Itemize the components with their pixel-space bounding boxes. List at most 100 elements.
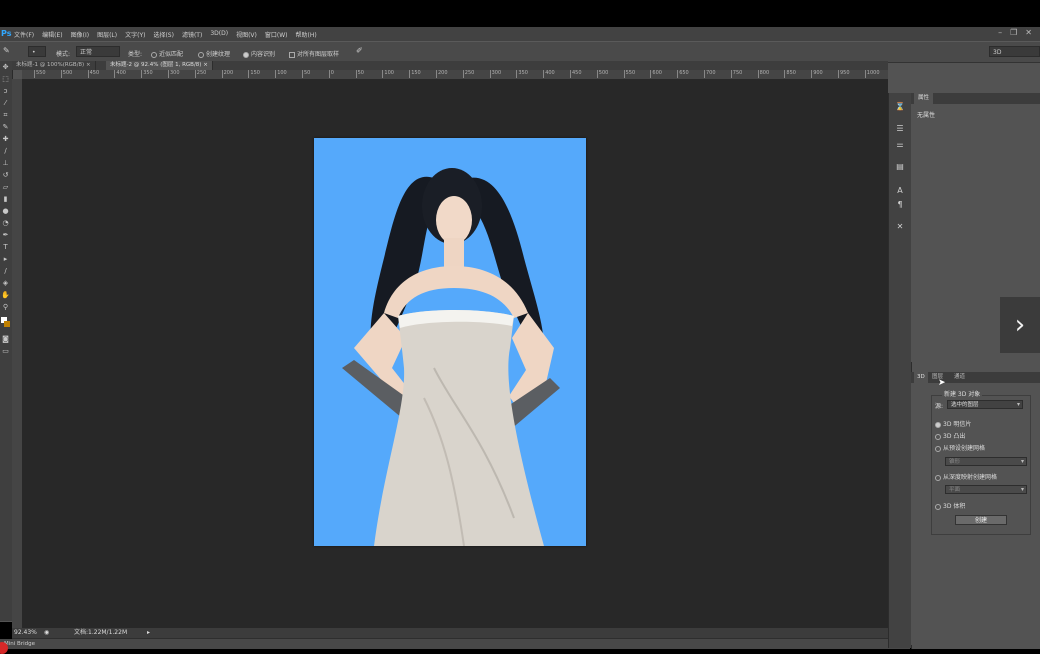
option-3d-postcard[interactable]: 3D 明信片 (935, 419, 971, 428)
ps-logo: Ps (1, 29, 12, 38)
source-select[interactable]: 选中的图层 (947, 400, 1023, 409)
pen-tool-icon[interactable]: ✒ (1, 231, 10, 240)
adjustments-panel-icon[interactable]: ☰ (894, 123, 906, 135)
menu-view[interactable]: 视图(V) (236, 30, 257, 39)
3d-panel-header: 3D 图层 通道 (911, 372, 1040, 383)
document-tabs: 未标题-1 @ 100%(RGB/8) × 未标题-2 @ 92.4% (图层 … (12, 61, 888, 70)
ruler-tick: 250 (194, 70, 207, 78)
menu-help[interactable]: 帮助(H) (296, 30, 317, 39)
crop-tool-icon[interactable]: ⌗ (1, 111, 10, 120)
preset-select[interactable]: 锥形 (945, 457, 1027, 466)
status-menu-arrow-icon[interactable]: ▸ (147, 628, 150, 638)
lasso-tool-icon[interactable]: ↄ (1, 87, 10, 96)
ruler-tick: 200 (221, 70, 234, 78)
quick-mask-icon[interactable]: ◙ (1, 335, 10, 344)
option-mesh-from-preset[interactable]: 从预设创建网格 (935, 443, 985, 452)
healing-tool-icon[interactable]: ✚ (1, 135, 10, 144)
mode-select[interactable]: 正常 (76, 46, 120, 57)
ruler-tick: 150 (409, 70, 421, 78)
ruler-tick: 250 (462, 70, 475, 78)
sample-all-layers-checkbox[interactable]: 对所有图层取样 (289, 49, 339, 58)
option-mesh-from-depth-map[interactable]: 从深度映射创建网格 (935, 472, 997, 481)
shape-tool-icon[interactable]: / (1, 267, 10, 276)
zoom-tool-icon[interactable]: ⚲ (1, 303, 10, 312)
restore-button[interactable]: ❐ (1010, 28, 1017, 37)
spot-healing-brush-icon[interactable]: ✎ (3, 46, 10, 55)
eraser-tool-icon[interactable]: ▱ (1, 183, 10, 192)
document-size: 文档:1.22M/1.22M (74, 629, 128, 636)
minibridge-panel-tab[interactable]: Mini Bridge (0, 639, 910, 649)
ruler-tick: 600 (650, 70, 662, 78)
source-label: 源: (935, 403, 944, 410)
options-bar: ✎ • 模式: 正常 类型: 近似匹配 创建纹理 内容识别 对所有图层取样 ✐ … (0, 41, 1040, 63)
blur-tool-icon[interactable]: ● (1, 207, 10, 216)
type-proximity-radio[interactable]: 近似匹配 (151, 49, 183, 58)
ruler-tick: 100 (275, 70, 287, 78)
quick-select-tool-icon[interactable]: ⁄ (1, 99, 10, 108)
pressure-icon[interactable]: ✐ (356, 46, 363, 55)
new-3d-object-title: 新建 3D 对象 (942, 389, 983, 398)
create-button[interactable]: 创建 (955, 515, 1007, 525)
menu-edit[interactable]: 编辑(E) (42, 30, 62, 39)
tool-presets-panel-icon[interactable]: ✕ (894, 221, 906, 233)
menu-image[interactable]: 图像(I) (71, 30, 89, 39)
brush-tool-icon[interactable]: ∕ (1, 147, 10, 156)
mouse-cursor-icon: ➤ (938, 378, 946, 388)
ruler-tick: 350 (141, 70, 153, 78)
close-button[interactable]: ✕ (1025, 28, 1032, 37)
history-panel-icon[interactable]: ⌛ (894, 101, 906, 113)
type-tool-icon[interactable]: T (1, 243, 10, 252)
marquee-tool-icon[interactable]: ⬚ (1, 75, 10, 84)
ruler-tick: 850 (784, 70, 796, 78)
option-3d-extrusion[interactable]: 3D 凸出 (935, 431, 965, 440)
menu-filter[interactable]: 滤镜(T) (182, 30, 202, 39)
paragraph-panel-icon[interactable]: ¶ (894, 199, 906, 211)
3d-tool-icon[interactable]: ◈ (1, 279, 10, 288)
path-select-tool-icon[interactable]: ▸ (1, 255, 10, 264)
workspace-select[interactable]: 3D (989, 46, 1040, 57)
mode-label: 模式: (56, 51, 71, 58)
ruler-tick: 500 (60, 70, 73, 78)
stamp-tool-icon[interactable]: ⊥ (1, 159, 10, 168)
background-color-swatch[interactable] (4, 321, 10, 327)
tab-3d[interactable]: 3D (914, 372, 928, 383)
brush-size-picker[interactable]: • (28, 46, 46, 57)
ruler-tick: 350 (516, 70, 528, 78)
ruler-tick: 0 (328, 70, 334, 78)
tab-properties[interactable]: 属性 (914, 93, 934, 104)
ruler-tick: 300 (489, 70, 502, 78)
menu-3d[interactable]: 3D(D) (210, 30, 228, 39)
menu-select[interactable]: 选择(S) (153, 30, 174, 39)
hand-tool-icon[interactable]: ✋ (1, 291, 10, 300)
ruler-tick: 450 (87, 70, 100, 78)
tab-channels[interactable]: 通道 (951, 372, 968, 383)
menu-window[interactable]: 窗口(W) (265, 30, 288, 39)
dodge-tool-icon[interactable]: ◔ (1, 219, 10, 228)
type-content-aware-radio[interactable]: 内容识别 (243, 49, 275, 58)
depth-map-select[interactable]: 平面 (945, 485, 1027, 494)
ruler-tick: 550 (34, 70, 46, 78)
type-texture-radio[interactable]: 创建纹理 (198, 49, 230, 58)
no-properties-text: 无属性 (917, 112, 936, 119)
menu-file[interactable]: 文件(F) (14, 30, 34, 39)
eyedropper-tool-icon[interactable]: ✎ (1, 123, 10, 132)
model-photo (314, 138, 586, 546)
ruler-tick: 50 (355, 70, 364, 78)
layers-panel-icon[interactable]: ▤ (894, 161, 906, 173)
minimize-button[interactable]: – (998, 28, 1002, 37)
tab-document-1[interactable]: 未标题-1 @ 100%(RGB/8) × (12, 61, 96, 70)
menu-layer[interactable]: 图层(L) (97, 30, 117, 39)
next-arrow-button[interactable]: › (1000, 297, 1040, 353)
tab-document-2[interactable]: 未标题-2 @ 92.4% (图层 1, RGB/8) × (106, 61, 213, 70)
gradient-tool-icon[interactable]: ▮ (1, 195, 10, 204)
option-3d-volume[interactable]: 3D 体积 (935, 501, 965, 510)
character-panel-icon[interactable]: A (894, 185, 906, 197)
menu-bar: Ps 文件(F) 编辑(E) 图像(I) 图层(L) 文字(Y) 选择(S) 滤… (0, 27, 1040, 41)
zoom-level[interactable]: 92.43% (14, 628, 37, 638)
screen-mode-icon[interactable]: ▭ (1, 347, 10, 356)
ruler-tick: 650 (677, 70, 689, 78)
properties-panel-icon[interactable]: ⚌ (894, 139, 906, 151)
history-brush-tool-icon[interactable]: ↺ (1, 171, 10, 180)
move-tool-icon[interactable]: ✥ (1, 63, 10, 72)
menu-type[interactable]: 文字(Y) (125, 30, 145, 39)
